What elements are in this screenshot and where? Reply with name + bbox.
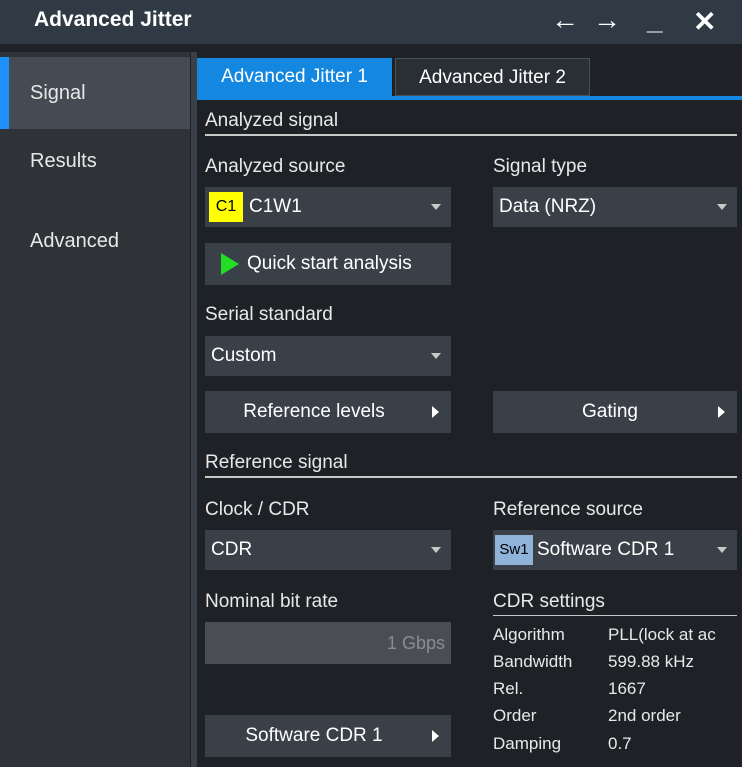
nominal-bit-rate-field: 1 Gbps: [205, 622, 451, 664]
chevron-right-icon: [432, 406, 439, 418]
sidebar-item-results[interactable]: Results: [0, 130, 190, 202]
reference-source-select[interactable]: Sw1 Software CDR 1: [493, 530, 737, 570]
chevron-down-icon: [717, 204, 727, 210]
quick-start-analysis-button[interactable]: Quick start analysis: [205, 243, 451, 285]
serial-standard-value: Custom: [211, 345, 277, 366]
chevron-right-icon: [718, 406, 725, 418]
sidebar-item-label: Results: [30, 150, 97, 172]
forward-arrow-icon[interactable]: →: [593, 4, 621, 36]
signal-type-label: Signal type: [493, 156, 588, 177]
cdr-setting-value: PLL(lock at ac: [608, 625, 716, 644]
cdr-setting-key: Damping: [493, 734, 562, 753]
title-bar: Advanced Jitter ← → _ ✕: [0, 0, 742, 44]
sw1-badge: Sw1: [495, 535, 533, 565]
reference-source-label: Reference source: [493, 499, 643, 520]
software-cdr-label: Software CDR 1: [245, 725, 383, 746]
analyzed-source-value: C1W1: [249, 196, 302, 217]
sidebar: Signal Results Advanced: [0, 52, 190, 767]
panel-divider: [191, 52, 197, 767]
serial-standard-select[interactable]: Custom: [205, 336, 451, 376]
cdr-setting-value: 1667: [608, 679, 646, 698]
gating-label: Gating: [582, 401, 638, 422]
reference-levels-label: Reference levels: [243, 401, 385, 422]
reference-source-value: Software CDR 1: [537, 539, 675, 560]
reference-signal-heading: Reference signal: [205, 452, 348, 473]
analyzed-source-label: Analyzed source: [205, 156, 346, 177]
cdr-setting-value: 0.7: [608, 734, 632, 753]
nominal-bit-rate-value: 1 Gbps: [386, 633, 445, 653]
signal-type-select[interactable]: Data (NRZ): [493, 187, 737, 227]
c1-badge: C1: [209, 192, 243, 222]
cdr-setting-key: Order: [493, 706, 537, 725]
chevron-down-icon: [717, 547, 727, 553]
clock-cdr-value: CDR: [211, 539, 253, 560]
tab-advanced-jitter-1[interactable]: Advanced Jitter 1: [197, 58, 392, 96]
signal-type-value: Data (NRZ): [499, 196, 597, 217]
cdr-setting-value: 599.88 kHz: [608, 652, 694, 671]
tab-advanced-jitter-2[interactable]: Advanced Jitter 2: [395, 58, 590, 96]
cdr-setting-key: Bandwidth: [493, 652, 573, 671]
sidebar-item-label: Signal: [30, 82, 86, 104]
cdr-setting-key: Algorithm: [493, 625, 565, 644]
clock-cdr-label: Clock / CDR: [205, 499, 310, 520]
nominal-bit-rate-label: Nominal bit rate: [205, 591, 339, 612]
back-arrow-icon[interactable]: ←: [551, 4, 579, 36]
clock-cdr-select[interactable]: CDR: [205, 530, 451, 570]
sidebar-item-advanced[interactable]: Advanced: [0, 204, 190, 276]
chevron-down-icon: [431, 353, 441, 359]
chevron-down-icon: [431, 204, 441, 210]
cdr-settings-label: CDR settings: [493, 591, 605, 612]
quick-start-label: Quick start analysis: [247, 253, 412, 274]
section-divider: [205, 134, 737, 136]
cdr-setting-key: Rel.: [493, 679, 524, 698]
sidebar-item-label: Advanced: [30, 230, 119, 252]
gating-button[interactable]: Gating: [493, 391, 737, 433]
chevron-right-icon: [432, 730, 439, 742]
analyzed-source-select[interactable]: C1 C1W1: [205, 187, 451, 227]
cdr-settings-underline: [493, 615, 737, 616]
play-icon: [221, 253, 239, 275]
software-cdr-button[interactable]: Software CDR 1: [205, 715, 451, 757]
close-icon[interactable]: ✕: [693, 5, 716, 38]
window-title: Advanced Jitter: [34, 8, 192, 31]
minimize-icon[interactable]: _: [647, 4, 663, 36]
chevron-down-icon: [431, 547, 441, 553]
sidebar-item-signal[interactable]: Signal: [0, 57, 190, 129]
serial-standard-label: Serial standard: [205, 304, 333, 325]
section-divider: [205, 476, 737, 478]
tab-underline: [197, 96, 742, 100]
cdr-setting-value: 2nd order: [608, 706, 681, 725]
analyzed-signal-heading: Analyzed signal: [205, 110, 339, 131]
reference-levels-button[interactable]: Reference levels: [205, 391, 451, 433]
